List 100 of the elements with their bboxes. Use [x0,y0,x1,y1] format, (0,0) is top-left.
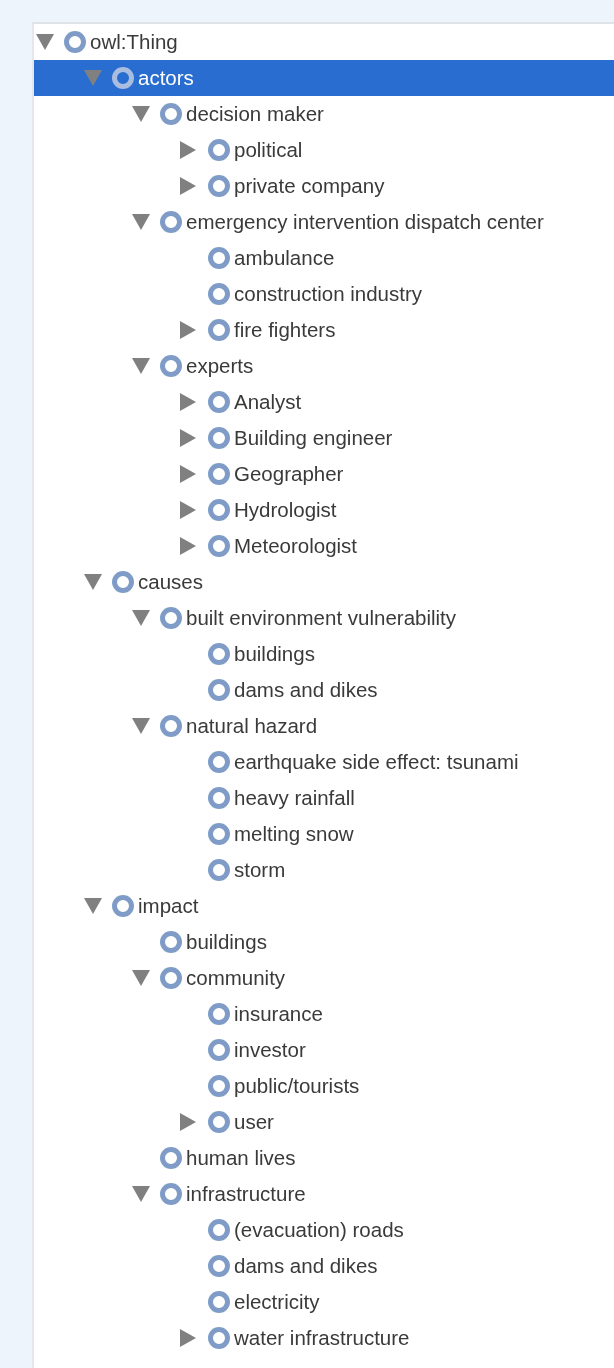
tree-node[interactable]: Geographer [34,456,614,492]
class-circle-icon [208,283,230,305]
expand-triangle-icon[interactable] [132,1186,150,1202]
class-circle-icon [208,139,230,161]
collapse-triangle-icon[interactable] [180,393,196,411]
tree-node[interactable]: human lives [34,1140,614,1176]
class-circle-icon [208,1075,230,1097]
class-circle-icon [208,751,230,773]
node-label: experts [186,354,254,378]
collapse-triangle-icon[interactable] [180,537,196,555]
class-circle-icon [112,895,134,917]
node-label: buildings [186,930,267,954]
tree-node[interactable]: construction industry [34,276,614,312]
node-label: public/tourists [234,1074,360,1098]
tree-node[interactable]: public/tourists [34,1068,614,1104]
node-label: infrastructure [186,1182,306,1206]
tree-node[interactable]: dams and dikes [34,1248,614,1284]
tree-node[interactable]: melting snow [34,816,614,852]
node-label: community [186,966,286,990]
node-label: (evacuation) roads [234,1218,404,1242]
tree-node[interactable]: built environment vulnerability [34,600,614,636]
class-circle-icon [64,31,86,53]
tree-node[interactable]: electricity [34,1284,614,1320]
expand-triangle-icon[interactable] [132,106,150,122]
tree-node[interactable]: infrastructure [34,1176,614,1212]
expand-triangle-icon[interactable] [132,970,150,986]
class-circle-icon [208,679,230,701]
expand-triangle-icon[interactable] [36,34,54,50]
collapse-triangle-icon[interactable] [180,1329,196,1347]
tree-node[interactable]: impact [34,888,614,924]
tree-node[interactable]: storm [34,852,614,888]
node-label: decision maker [186,102,324,126]
node-label: fire fighters [234,318,336,342]
tree-node[interactable]: Hydrologist [34,492,614,528]
class-circle-icon [208,319,230,341]
tree-node[interactable]: insurance [34,996,614,1032]
node-label: dams and dikes [234,678,378,702]
class-circle-icon [208,859,230,881]
node-label: owl:Thing [90,30,178,54]
tree-node[interactable]: emergency intervention dispatch center [34,204,614,240]
tree-node[interactable]: ambulance [34,240,614,276]
class-circle-icon [112,571,134,593]
class-circle-icon [208,535,230,557]
expand-triangle-icon[interactable] [84,574,102,590]
tree-node[interactable]: water infrastructure [34,1320,614,1356]
expand-triangle-icon[interactable] [84,898,102,914]
tree-node[interactable]: Analyst [34,384,614,420]
class-circle-icon [208,247,230,269]
class-circle-icon [208,1291,230,1313]
node-label: insurance [234,1002,323,1026]
tree-node[interactable]: buildings [34,636,614,672]
expand-triangle-icon[interactable] [132,358,150,374]
class-circle-icon [160,355,182,377]
tree-node[interactable]: investor [34,1032,614,1068]
class-circle-icon [112,67,134,89]
tree-node[interactable]: private company [34,168,614,204]
collapse-triangle-icon[interactable] [180,465,196,483]
class-circle-icon [208,391,230,413]
collapse-triangle-icon[interactable] [180,1113,196,1131]
tree-node[interactable]: Building engineer [34,420,614,456]
collapse-triangle-icon[interactable] [180,501,196,519]
class-circle-icon [208,1219,230,1241]
node-label: causes [138,570,203,594]
class-circle-icon [160,715,182,737]
tree-node[interactable]: earthquake side effect: tsunami [34,744,614,780]
collapse-triangle-icon[interactable] [180,177,196,195]
class-circle-icon [208,175,230,197]
expand-triangle-icon[interactable] [132,610,150,626]
class-circle-icon [208,643,230,665]
node-label: construction industry [234,282,422,306]
tree-node[interactable]: decision maker [34,96,614,132]
tree-node[interactable]: heavy rainfall [34,780,614,816]
tree-node[interactable]: dams and dikes [34,672,614,708]
node-label: Geographer [234,462,344,486]
tree-node[interactable]: user [34,1104,614,1140]
class-circle-icon [208,1003,230,1025]
collapse-triangle-icon[interactable] [180,321,196,339]
tree-node[interactable]: (evacuation) roads [34,1212,614,1248]
expand-triangle-icon[interactable] [132,214,150,230]
node-label: natural hazard [186,714,318,738]
node-label: storm [234,858,286,882]
tree-node[interactable]: experts [34,348,614,384]
tree-node[interactable]: political [34,132,614,168]
tree-node[interactable]: community [34,960,614,996]
tree-node[interactable]: owl:Thing [34,24,614,60]
tree-node[interactable]: fire fighters [34,312,614,348]
node-label: actors [138,66,194,90]
node-label: political [234,138,303,162]
expand-triangle-icon[interactable] [132,718,150,734]
tree-node[interactable]: Meteorologist [34,528,614,564]
tree-node[interactable]: natural hazard [34,708,614,744]
tree-node[interactable]: actors [34,60,614,96]
node-label: melting snow [234,822,354,846]
tree-node[interactable]: causes [34,564,614,600]
collapse-triangle-icon[interactable] [180,141,196,159]
tree-node[interactable]: buildings [34,924,614,960]
class-circle-icon [208,1327,230,1349]
class-circle-icon [160,607,182,629]
class-circle-icon [208,1039,230,1061]
collapse-triangle-icon[interactable] [180,429,196,447]
